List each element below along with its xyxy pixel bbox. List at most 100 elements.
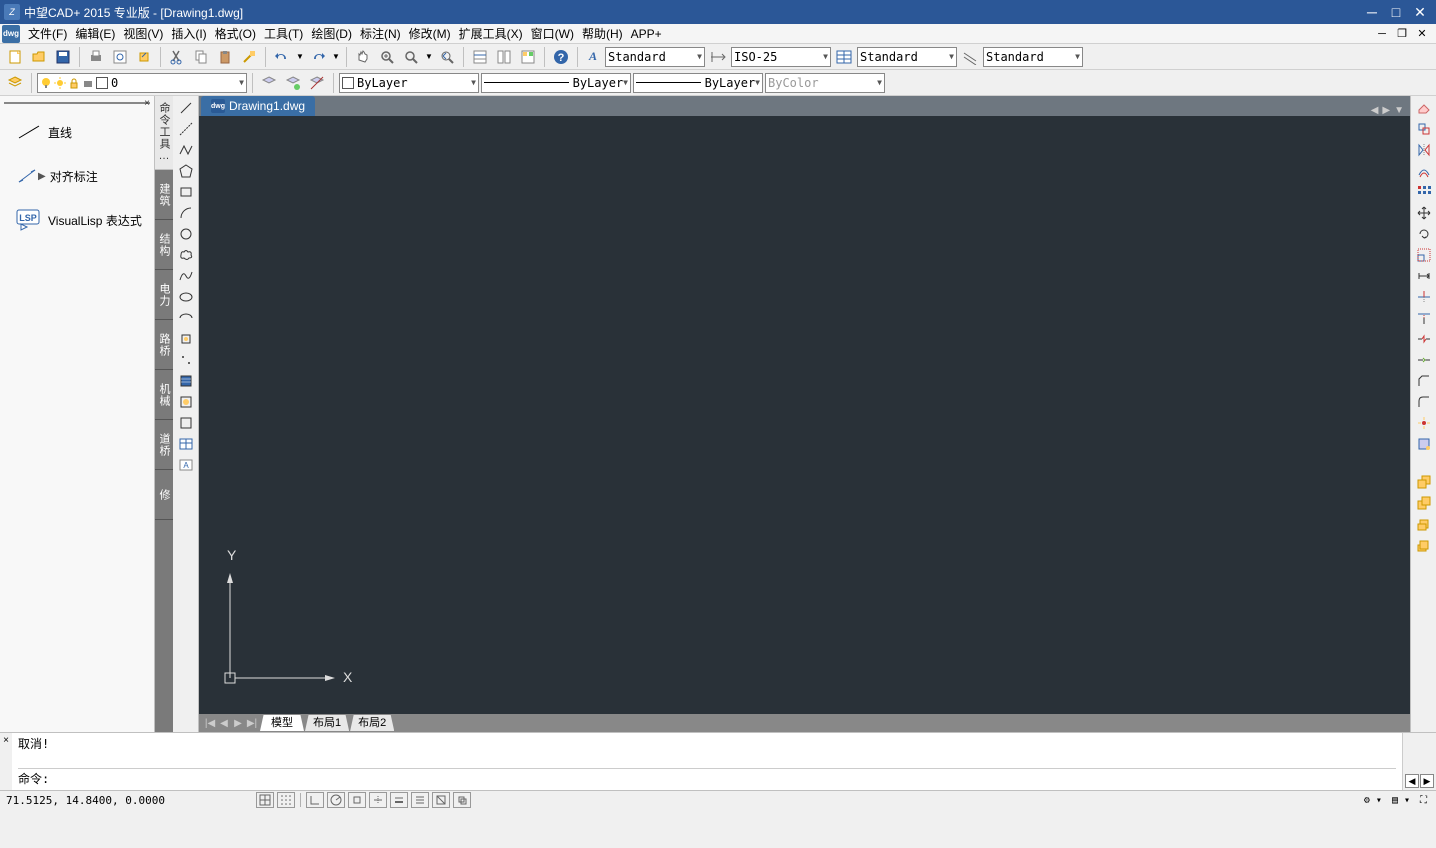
circle-tool[interactable] [175, 224, 197, 244]
tab-prev-button[interactable]: ◀ [1371, 105, 1379, 116]
maximize-button[interactable]: □ [1384, 2, 1408, 22]
tab-list-button[interactable]: ▼ [1394, 105, 1404, 116]
vtab-cmdtools[interactable]: 命令工具… [155, 96, 173, 170]
status-menu-button[interactable]: ▤ ▾ [1389, 795, 1413, 806]
zoom-realtime-button[interactable] [376, 46, 398, 68]
match-button[interactable] [238, 46, 260, 68]
mdi-close-button[interactable]: ✕ [1414, 27, 1430, 41]
line-tool[interactable] [175, 98, 197, 118]
linetype-dropdown[interactable]: ByLayer▼ [481, 73, 631, 93]
menu-app[interactable]: APP+ [627, 25, 666, 43]
copy-button[interactable] [190, 46, 212, 68]
cut-button[interactable] [166, 46, 188, 68]
menu-insert[interactable]: 插入(I) [167, 23, 210, 44]
print-button[interactable] [85, 46, 107, 68]
menu-tools[interactable]: 工具(T) [260, 23, 307, 44]
close-button[interactable]: ✕ [1408, 2, 1432, 22]
doc-tab[interactable]: dwg Drawing1.dwg [201, 96, 315, 116]
snap-toggle[interactable] [256, 792, 274, 808]
palette-item-line[interactable]: 直线 [0, 110, 154, 154]
vtab-construct[interactable]: 结构 [155, 220, 173, 270]
menu-window[interactable]: 窗口(W) [527, 23, 578, 44]
zoom-window-button[interactable] [400, 46, 422, 68]
menu-dimension[interactable]: 标注(N) [356, 23, 405, 44]
tab-prev-button[interactable]: ◀ [217, 716, 231, 730]
layer-dropdown[interactable]: 0 ▼ [37, 73, 247, 93]
open-button[interactable] [28, 46, 50, 68]
save-button[interactable] [52, 46, 74, 68]
vtab-arch[interactable]: 建筑 [155, 170, 173, 220]
copy-tool[interactable] [1413, 119, 1435, 139]
send-under-tool[interactable] [1413, 535, 1435, 555]
palette-close-button[interactable]: × [144, 98, 150, 109]
ellipse-tool[interactable] [175, 287, 197, 307]
ortho-toggle[interactable] [306, 792, 324, 808]
ellipse-arc-tool[interactable] [175, 308, 197, 328]
properties-button[interactable] [469, 46, 491, 68]
tab-next-button[interactable]: ▶ [1382, 105, 1390, 116]
menu-help[interactable]: 帮助(H) [578, 23, 627, 44]
array-tool[interactable] [1413, 182, 1435, 202]
hatch-tool[interactable] [175, 371, 197, 391]
grid-toggle[interactable] [277, 792, 295, 808]
dim-style-dropdown[interactable]: ISO-25▼ [731, 47, 831, 67]
command-input[interactable] [51, 772, 1396, 786]
extend-tool[interactable] [1413, 308, 1435, 328]
scroll-right-button[interactable]: ▶ [1420, 774, 1434, 788]
undo-dropdown[interactable]: ▼ [295, 46, 305, 68]
paste-button[interactable] [214, 46, 236, 68]
preview-button[interactable] [109, 46, 131, 68]
polar-toggle[interactable] [327, 792, 345, 808]
pline-tool[interactable] [175, 140, 197, 160]
menu-extension[interactable]: 扩展工具(X) [455, 23, 527, 44]
arc-tool[interactable] [175, 203, 197, 223]
menu-draw[interactable]: 绘图(D) [307, 23, 356, 44]
rotate-tool[interactable] [1413, 224, 1435, 244]
table-style-dropdown[interactable]: Standard▼ [857, 47, 957, 67]
mline-style-dropdown[interactable]: Standard▼ [983, 47, 1083, 67]
polygon-tool[interactable] [175, 161, 197, 181]
gear-icon[interactable]: ⚙ ▾ [1361, 795, 1385, 806]
join-tool[interactable] [1413, 350, 1435, 370]
tab-next-button[interactable]: ▶ [231, 716, 245, 730]
gradient-tool[interactable] [175, 392, 197, 412]
tab-last-button[interactable]: ▶| [245, 716, 259, 730]
chamfer-tool[interactable] [1413, 371, 1435, 391]
palette-item-visuallisp[interactable]: LSP VisualLisp 表达式 [0, 198, 154, 242]
move-tool[interactable] [1413, 203, 1435, 223]
rectangle-tool[interactable] [175, 182, 197, 202]
model-toggle[interactable] [432, 792, 450, 808]
send-back-tool[interactable] [1413, 493, 1435, 513]
table-tool[interactable] [175, 434, 197, 454]
cmd-close-button[interactable]: × [0, 733, 12, 790]
drawing-canvas[interactable]: Y X [199, 116, 1410, 714]
vtab-mechanic[interactable]: 机械 [155, 370, 173, 420]
fillet-tool[interactable] [1413, 392, 1435, 412]
fullscreen-button[interactable]: ⛶ [1417, 795, 1430, 806]
palette-item-aligned-dim[interactable]: ▶ 对齐标注 [0, 154, 154, 198]
spline-tool[interactable] [175, 266, 197, 286]
mdi-restore-button[interactable]: ❐ [1394, 27, 1410, 41]
layer-states-button[interactable] [282, 72, 304, 94]
cycle-toggle[interactable] [453, 792, 471, 808]
region-tool[interactable] [175, 413, 197, 433]
layer-manager-button[interactable] [4, 72, 26, 94]
offset-tool[interactable] [1413, 161, 1435, 181]
tool-palettes-button[interactable] [517, 46, 539, 68]
point-tool[interactable] [175, 350, 197, 370]
text-style-dropdown[interactable]: Standard▼ [605, 47, 705, 67]
design-center-button[interactable] [493, 46, 515, 68]
menu-edit[interactable]: 编辑(E) [71, 23, 119, 44]
otrack-toggle[interactable] [369, 792, 387, 808]
pedit-tool[interactable] [1413, 434, 1435, 454]
vtab-modify2[interactable]: 修 [155, 470, 173, 520]
menu-view[interactable]: 视图(V) [119, 23, 167, 44]
mtext-tool[interactable]: A [175, 455, 197, 475]
bring-above-tool[interactable] [1413, 514, 1435, 534]
view-tab-layout1[interactable]: 布局1 [305, 715, 349, 731]
break-tool[interactable] [1413, 329, 1435, 349]
help-icon[interactable]: ? [550, 46, 572, 68]
undo-button[interactable] [271, 46, 293, 68]
lineweight-dropdown[interactable]: ByLayer▼ [633, 73, 763, 93]
view-tab-layout2[interactable]: 布局2 [350, 715, 394, 731]
